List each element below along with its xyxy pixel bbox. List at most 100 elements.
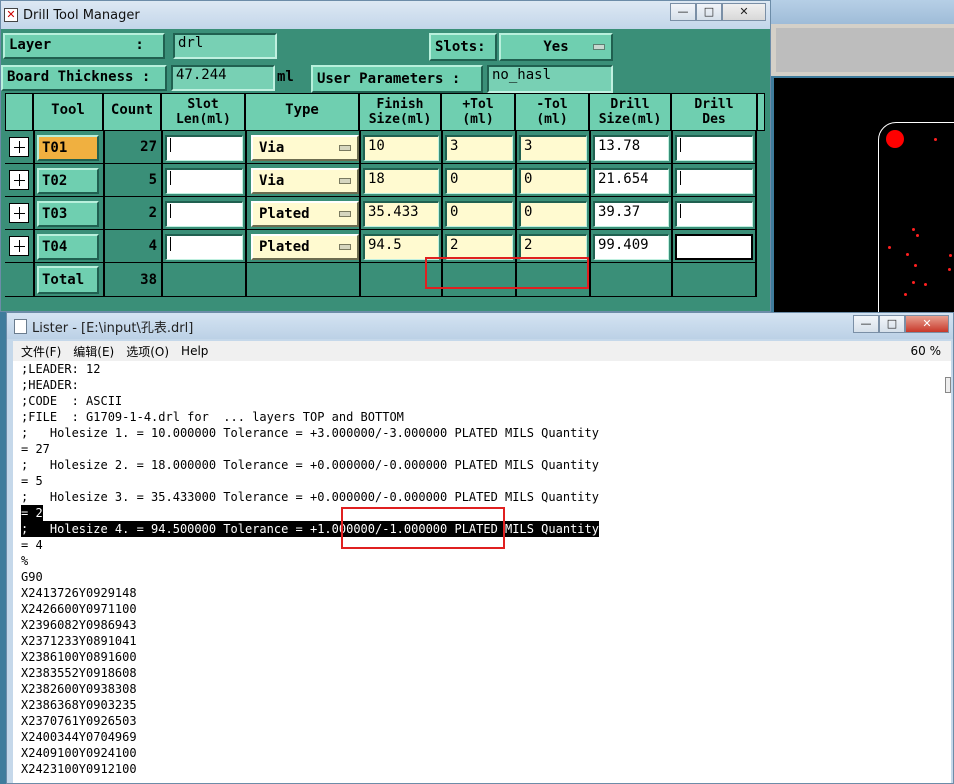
selected-text-line: ; Holesize 4. = 94.500000 Tolerance = +1… [21,521,599,537]
text-line: X2386368Y0903235 [21,698,137,712]
background-panel-inner [776,28,954,72]
board-thickness-field[interactable]: 47.244 [171,65,275,91]
text-line: ;CODE : ASCII [21,394,123,408]
layer-field[interactable]: drl [173,33,277,59]
drill-size-input[interactable]: 99.409 [593,234,669,260]
text-line: X2370761Y0926503 [21,714,137,728]
dtm-body: Layer : drl Slots: Yes Board Thickness :… [1,29,770,311]
maximize-button[interactable]: □ [696,3,722,21]
dropdown-indicator-icon [593,44,605,50]
tool-button-t01[interactable]: T01 [37,135,99,161]
dropdown-indicator-icon [339,211,351,217]
thickness-unit: ml [277,69,294,85]
header-tool: Tool [33,93,103,131]
text-line: X2382600Y0938308 [21,682,137,696]
tool-button-t04[interactable]: T04 [37,234,99,260]
minimize-button[interactable]: — [670,3,696,21]
slot-len-input[interactable] [165,135,243,161]
menu-bar: 文件(F) 编辑(E) 选项(O) Help 60 % [13,341,951,361]
minus-tol-input[interactable]: 0 [519,201,587,227]
menu-options[interactable]: 选项(O) [126,343,169,360]
menu-help[interactable]: Help [181,344,208,358]
drill-hole [934,138,937,141]
menu-file[interactable]: 文件(F) [21,343,61,360]
text-line: ;LEADER: 12 [21,362,101,376]
lister-titlebar[interactable]: Lister - [E:\input\孔表.drl] — □ ✕ [7,313,953,339]
drill-des-input[interactable] [675,201,753,227]
finish-size-input[interactable]: 18 [363,168,439,194]
drill-des-input[interactable] [675,168,753,194]
expand-row-button[interactable] [9,236,29,256]
dropdown-indicator-icon [339,145,351,151]
expand-row-button[interactable] [9,170,29,190]
minus-tol-input[interactable]: 3 [519,135,587,161]
text-line: X2386100Y0891600 [21,650,137,664]
minus-tol-input[interactable]: 0 [519,168,587,194]
text-line: = 5 [21,474,43,488]
text-line: X2426600Y0971100 [21,602,137,616]
column-divider [245,131,247,297]
drill-hole [914,264,917,267]
file-content[interactable]: ;LEADER: 12 ;HEADER: ;CODE : ASCII ;FILE… [13,361,951,783]
maximize-button[interactable]: □ [879,315,905,333]
type-dropdown[interactable]: Plated [251,201,359,227]
background-panel [770,24,954,76]
type-value: Via [259,140,285,156]
selected-text-line: = 2 [21,505,43,521]
column-divider [671,131,673,297]
tolerance-highlight-box [425,257,589,289]
tool-count: 2 [148,205,157,221]
header-overflow [757,93,765,131]
finish-size-input[interactable]: 35.433 [363,201,439,227]
header-drill-size: Drill Size(ml) [589,93,671,131]
text-line: ;HEADER: [21,378,79,392]
lister-window: Lister - [E:\input\孔表.drl] — □ ✕ 文件(F) 编… [6,312,954,784]
plus-tol-input[interactable]: 0 [445,168,513,194]
drill-size-input[interactable]: 21.654 [593,168,669,194]
drill-size-input[interactable]: 39.37 [593,201,669,227]
column-divider [33,131,35,297]
slot-len-input[interactable] [165,234,243,260]
dtm-titlebar[interactable]: ✕ Drill Tool Manager — □ ✕ [1,1,770,29]
type-dropdown[interactable]: Via [251,168,359,194]
tool-button-t02[interactable]: T02 [37,168,99,194]
user-parameters-field[interactable]: no_hasl [487,65,613,93]
menu-edit[interactable]: 编辑(E) [73,343,114,360]
drill-des-input[interactable] [675,135,753,161]
header-slot-len: Slot Len(ml) [161,93,245,131]
lister-title: Lister - [E:\input\孔表.drl] [32,320,194,336]
text-line: X2396082Y0986943 [21,618,137,632]
plus-tol-input[interactable]: 3 [445,135,513,161]
type-dropdown[interactable]: Plated [251,234,359,260]
text-line: ; Holesize 2. = 18.000000 Tolerance = +0… [21,458,599,472]
plus-tol-input[interactable]: 0 [445,201,513,227]
text-line: % [21,554,29,568]
header-count: Count [103,93,161,131]
header-minus-tol: -Tol (ml) [515,93,589,131]
column-divider [359,131,361,297]
window-controls: — □ ✕ [670,3,766,21]
total-button[interactable]: Total [37,266,99,294]
minimize-button[interactable]: — [853,315,879,333]
type-dropdown[interactable]: Via [251,135,359,161]
drill-des-input[interactable] [675,234,753,260]
slots-dropdown[interactable]: Yes [499,33,613,61]
column-divider [755,131,757,297]
slot-len-input[interactable] [165,168,243,194]
cam-view[interactable] [774,78,954,342]
tool-button-t03[interactable]: T03 [37,201,99,227]
slot-len-input[interactable] [165,201,243,227]
close-button[interactable]: ✕ [722,3,766,21]
scrollbar-thumb[interactable] [945,377,951,393]
close-button[interactable]: ✕ [905,315,949,333]
drill-size-input[interactable]: 13.78 [593,135,669,161]
finish-size-input[interactable]: 10 [363,135,439,161]
drill-tool-manager-window: ✕ Drill Tool Manager — □ ✕ Layer : drl S… [0,0,771,312]
slots-value: Yes [543,39,569,55]
expand-row-button[interactable] [9,137,29,157]
expand-row-button[interactable] [9,203,29,223]
text-line: X2409100Y0924100 [21,746,137,760]
text-line: X2423100Y0912100 [21,762,137,776]
text-line: ; Holesize 3. = 35.433000 Tolerance = +0… [21,490,599,504]
user-parameters-button[interactable]: User Parameters : [311,65,483,93]
